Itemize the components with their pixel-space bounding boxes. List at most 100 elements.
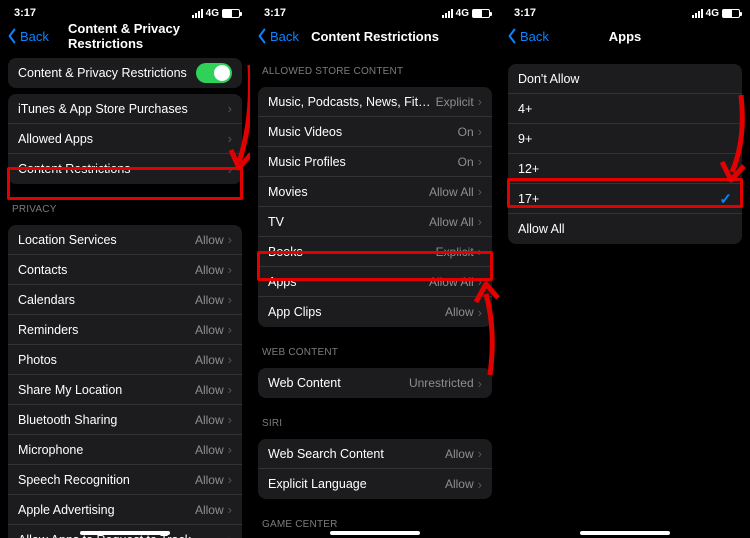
row-value: Allow — [445, 477, 474, 491]
row-value: Allow All — [429, 185, 474, 199]
row-label: Web Content — [268, 376, 409, 390]
row-label: Don't Allow — [518, 72, 732, 86]
row-location-services[interactable]: Location ServicesAllow› — [8, 225, 242, 255]
row-label: 12+ — [518, 162, 732, 176]
back-button[interactable]: Back — [256, 28, 299, 44]
row-movies[interactable]: MoviesAllow All› — [258, 177, 492, 207]
row-value: Allow — [445, 305, 474, 319]
row-label: Music Videos — [268, 125, 458, 139]
screen-content-privacy: 3:17 4G Back Content & Privacy Restricti… — [0, 0, 250, 538]
back-button[interactable]: Back — [506, 28, 549, 44]
row-music-videos[interactable]: Music VideosOn› — [258, 117, 492, 147]
battery-icon — [222, 9, 240, 18]
home-indicator — [80, 531, 170, 535]
option-allow-all[interactable]: Allow All — [508, 214, 742, 244]
chevron-right-icon: › — [228, 473, 232, 486]
status-time: 3:17 — [264, 7, 442, 19]
row-tv[interactable]: TVAllow All› — [258, 207, 492, 237]
row-apple-advertising[interactable]: Apple AdvertisingAllow› — [8, 495, 242, 525]
row-value: Allow — [195, 473, 224, 487]
chevron-right-icon: › — [478, 478, 482, 491]
row-contacts[interactable]: ContactsAllow› — [8, 255, 242, 285]
scroll-content[interactable]: Content & Privacy Restrictions iTunes & … — [0, 52, 250, 538]
row-value: On — [458, 125, 474, 139]
row-value: Allow — [195, 233, 224, 247]
page-title: Content & Privacy Restrictions — [38, 21, 250, 51]
chevron-right-icon: › — [228, 383, 232, 396]
row-microphone[interactable]: MicrophoneAllow› — [8, 435, 242, 465]
chevron-left-icon — [6, 28, 18, 44]
status-bar: 3:17 4G — [250, 0, 500, 20]
row-label: TV — [268, 215, 429, 229]
option-9-[interactable]: 9+ — [508, 124, 742, 154]
row-master-toggle[interactable]: Content & Privacy Restrictions — [8, 58, 242, 88]
option-17-[interactable]: 17+✓ — [508, 184, 742, 214]
row-value: Allow — [195, 293, 224, 307]
network-label: 4G — [706, 8, 719, 19]
home-indicator — [580, 531, 670, 535]
back-button[interactable]: Back — [6, 28, 49, 44]
row-label: Apps — [268, 275, 429, 289]
row-app-clips[interactable]: App ClipsAllow› — [258, 297, 492, 327]
row-label: Books — [268, 245, 436, 259]
option-4-[interactable]: 4+ — [508, 94, 742, 124]
option-don-t-allow[interactable]: Don't Allow — [508, 64, 742, 94]
network-label: 4G — [456, 8, 469, 19]
chevron-right-icon: › — [228, 413, 232, 426]
section-header-web: WEB CONTENT — [250, 333, 500, 362]
section-header-siri: SIRI — [250, 404, 500, 433]
row-web-content[interactable]: Web ContentUnrestricted› — [258, 368, 492, 398]
battery-icon — [722, 9, 740, 18]
row-label: Reminders — [18, 323, 195, 337]
row-value: Allow All — [429, 215, 474, 229]
row-music-podcasts-news-fitness[interactable]: Music, Podcasts, News, FitnessExplicit› — [258, 87, 492, 117]
row-value: Unrestricted — [409, 376, 474, 390]
row-label: Explicit Language — [268, 477, 445, 491]
row-content-restrictions[interactable]: Content Restrictions › — [8, 154, 242, 184]
section-header-privacy: PRIVACY — [0, 190, 250, 219]
screen-apps: 3:17 4G Back Apps Don't Allow4+9+12+17+✓… — [500, 0, 750, 538]
row-calendars[interactable]: CalendarsAllow› — [8, 285, 242, 315]
row-books[interactable]: BooksExplicit› — [258, 237, 492, 267]
row-value: Allow — [195, 413, 224, 427]
row-apps[interactable]: AppsAllow All› — [258, 267, 492, 297]
scroll-content[interactable]: Don't Allow4+9+12+17+✓Allow All — [500, 52, 750, 538]
row-reminders[interactable]: RemindersAllow› — [8, 315, 242, 345]
network-label: 4G — [206, 8, 219, 19]
row-value: Allow — [445, 447, 474, 461]
status-time: 3:17 — [14, 7, 192, 19]
chevron-right-icon: › — [478, 155, 482, 168]
chevron-right-icon: › — [228, 233, 232, 246]
row-itunes-purchases[interactable]: iTunes & App Store Purchases › — [8, 94, 242, 124]
chevron-left-icon — [256, 28, 268, 44]
row-label: 17+ — [518, 192, 719, 206]
option-12-[interactable]: 12+ — [508, 154, 742, 184]
row-share-my-location[interactable]: Share My LocationAllow› — [8, 375, 242, 405]
row-label: App Clips — [268, 305, 445, 319]
chevron-right-icon: › — [228, 163, 232, 176]
chevron-left-icon — [506, 28, 518, 44]
row-value: On — [458, 155, 474, 169]
scroll-content[interactable]: ALLOWED STORE CONTENT Music, Podcasts, N… — [250, 52, 500, 538]
row-label: 9+ — [518, 132, 732, 146]
row-label: Web Search Content — [268, 447, 445, 461]
row-value: Explicit — [436, 245, 474, 259]
signal-icon — [692, 9, 703, 18]
chevron-right-icon: › — [228, 263, 232, 276]
toggle-switch[interactable] — [196, 63, 232, 83]
nav-bar: Back Content & Privacy Restrictions — [0, 20, 250, 52]
checkmark-icon: ✓ — [719, 190, 732, 208]
row-music-profiles[interactable]: Music ProfilesOn› — [258, 147, 492, 177]
row-allowed-apps[interactable]: Allowed Apps › — [8, 124, 242, 154]
chevron-right-icon: › — [228, 102, 232, 115]
row-bluetooth-sharing[interactable]: Bluetooth SharingAllow› — [8, 405, 242, 435]
row-speech-recognition[interactable]: Speech RecognitionAllow› — [8, 465, 242, 495]
row-value: Allow — [195, 263, 224, 277]
row-web-search-content[interactable]: Web Search ContentAllow› — [258, 439, 492, 469]
row-photos[interactable]: PhotosAllow› — [8, 345, 242, 375]
status-time: 3:17 — [514, 7, 692, 19]
row-label: Music, Podcasts, News, Fitness — [268, 95, 436, 109]
row-explicit-language[interactable]: Explicit LanguageAllow › — [258, 469, 492, 499]
row-label: Movies — [268, 185, 429, 199]
signal-icon — [442, 9, 453, 18]
